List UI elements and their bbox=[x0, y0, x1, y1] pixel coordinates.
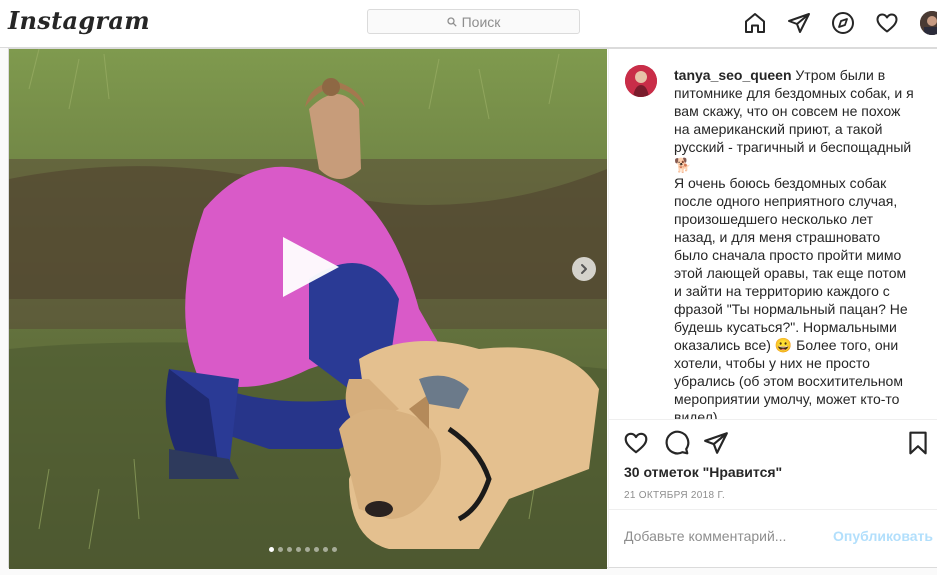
carousel-dot bbox=[296, 547, 301, 552]
top-nav-bar: Instagram Поиск bbox=[0, 0, 937, 48]
carousel-dot bbox=[269, 547, 274, 552]
post-media[interactable] bbox=[9, 49, 607, 569]
add-comment-bar: Опубликовать bbox=[609, 509, 937, 570]
explore-icon[interactable] bbox=[831, 11, 855, 35]
profile-avatar[interactable] bbox=[920, 11, 937, 35]
search-placeholder: Поиск bbox=[461, 13, 501, 30]
post-date[interactable]: 21 ОКТЯБРЯ 2018 Г. bbox=[624, 490, 725, 501]
home-icon[interactable] bbox=[743, 11, 767, 35]
search-icon bbox=[446, 16, 457, 27]
chevron-right-icon bbox=[581, 264, 587, 274]
carousel-dot bbox=[278, 547, 283, 552]
comment-icon[interactable] bbox=[664, 430, 690, 456]
share-icon[interactable] bbox=[703, 430, 729, 456]
post-actions: 30 отметок "Нравится" 21 ОКТЯБРЯ 2018 Г. bbox=[609, 419, 937, 510]
author-username[interactable]: tanya_seo_queen bbox=[674, 67, 792, 83]
caption-text-continued: Я очень боюсь бездомных собак после одно… bbox=[674, 175, 908, 419]
play-icon[interactable] bbox=[279, 235, 343, 299]
carousel-dot bbox=[314, 547, 319, 552]
post-side-panel: tanya_seo_queen Утром были в питомнике д… bbox=[608, 49, 937, 569]
post-card: tanya_seo_queen Утром были в питомнике д… bbox=[8, 48, 937, 569]
carousel-dot bbox=[332, 547, 337, 552]
next-slide-button[interactable] bbox=[572, 257, 596, 281]
carousel-indicator bbox=[269, 547, 337, 552]
author-avatar-image bbox=[625, 65, 657, 97]
carousel-dot bbox=[287, 547, 292, 552]
comment-input[interactable] bbox=[624, 528, 824, 544]
direct-icon[interactable] bbox=[787, 11, 811, 35]
caption-area: tanya_seo_queen Утром были в питомнике д… bbox=[609, 49, 937, 419]
post-caption: tanya_seo_queen Утром были в питомнике д… bbox=[674, 66, 914, 419]
like-heart-icon[interactable] bbox=[623, 430, 649, 456]
author-avatar[interactable] bbox=[625, 65, 657, 97]
activity-heart-icon[interactable] bbox=[875, 11, 899, 35]
search-box[interactable]: Поиск bbox=[367, 9, 580, 34]
publish-button[interactable]: Опубликовать bbox=[833, 528, 933, 544]
likes-count[interactable]: 30 отметок "Нравится" bbox=[624, 464, 782, 480]
instagram-logo[interactable]: Instagram bbox=[8, 6, 150, 35]
bookmark-icon[interactable] bbox=[905, 430, 931, 456]
carousel-dot bbox=[305, 547, 310, 552]
carousel-dot bbox=[323, 547, 328, 552]
profile-avatar-image bbox=[920, 11, 937, 35]
post-photo bbox=[9, 49, 607, 569]
